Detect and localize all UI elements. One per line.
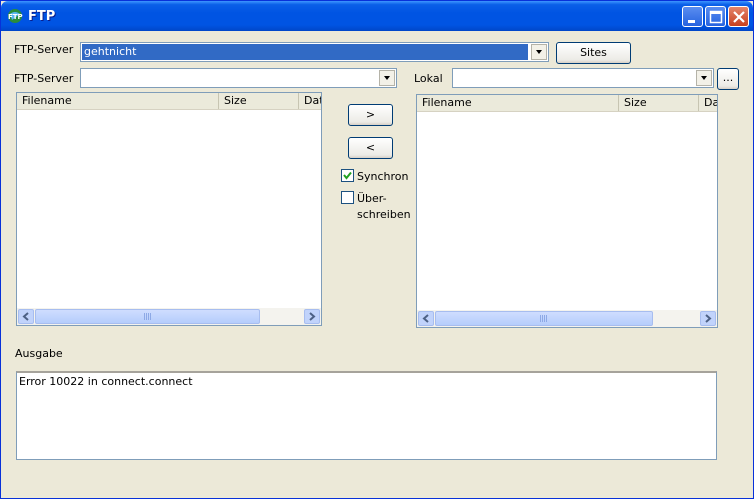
chevron-left-icon	[422, 314, 429, 323]
local-path-value	[454, 70, 458, 86]
title-bar[interactable]: FTP FTP	[1, 1, 753, 31]
download-button[interactable]: <	[348, 137, 393, 159]
column-size[interactable]: Size	[219, 93, 299, 109]
remote-file-list[interactable]: Filename Size Dat	[16, 92, 322, 326]
scroll-thumb[interactable]	[435, 311, 653, 326]
dropdown-button[interactable]	[379, 70, 395, 86]
chevron-down-icon	[536, 50, 542, 54]
maximize-button[interactable]	[705, 6, 726, 27]
overwrite-label-line2[interactable]: schreiben	[357, 208, 411, 221]
scroll-right-button[interactable]	[700, 311, 716, 326]
scroll-right-button[interactable]	[304, 309, 320, 324]
minimize-button[interactable]	[682, 6, 703, 27]
ftp-app-icon: FTP	[8, 9, 23, 23]
local-path-combo[interactable]	[452, 68, 714, 88]
ftp-server-path-value	[82, 70, 86, 86]
ftp-server-path-combo[interactable]	[80, 68, 397, 88]
grip-icon	[143, 313, 152, 320]
column-size[interactable]: Size	[619, 95, 699, 111]
local-horizontal-scrollbar[interactable]	[417, 310, 717, 327]
overwrite-checkbox[interactable]	[341, 191, 354, 204]
output-text: Error 10022 in connect.connect	[19, 375, 193, 388]
local-file-list[interactable]: Filename Size Da	[416, 94, 718, 328]
maximize-icon	[709, 10, 723, 24]
remote-horizontal-scrollbar[interactable]	[17, 308, 321, 325]
chevron-down-icon	[701, 76, 707, 80]
ftp-window: FTP FTP FTP-Server gehtnicht Sites FTP-S…	[0, 0, 754, 499]
chevron-right-icon	[309, 312, 316, 321]
dropdown-button[interactable]	[696, 70, 712, 86]
column-filename[interactable]: Filename	[17, 93, 219, 109]
synchron-label[interactable]: Synchron	[357, 170, 408, 183]
column-filename[interactable]: Filename	[417, 95, 619, 111]
column-date[interactable]: Dat	[299, 93, 321, 109]
synchron-checkbox[interactable]	[341, 169, 354, 182]
sites-button[interactable]: Sites	[556, 42, 631, 64]
dropdown-button[interactable]	[531, 44, 547, 60]
output-label: Ausgabe	[15, 347, 63, 360]
chevron-down-icon	[384, 76, 390, 80]
window-title: FTP	[28, 9, 56, 24]
upload-button[interactable]: >	[348, 104, 393, 126]
chevron-left-icon	[22, 312, 29, 321]
column-date[interactable]: Da	[699, 95, 717, 111]
overwrite-label-line1[interactable]: Über-	[357, 192, 387, 205]
close-icon	[733, 11, 745, 23]
close-button[interactable]	[728, 6, 749, 27]
scroll-left-button[interactable]	[418, 311, 434, 326]
ftp-server-path-label: FTP-Server	[14, 72, 74, 85]
minimize-icon	[688, 20, 695, 23]
checkmark-icon	[343, 171, 352, 180]
browse-button[interactable]: ...	[717, 68, 739, 90]
ftp-server-label: FTP-Server	[14, 43, 74, 56]
chevron-right-icon	[705, 314, 712, 323]
scroll-left-button[interactable]	[18, 309, 34, 324]
remote-list-header: Filename Size Dat	[17, 93, 321, 110]
svg-text:FTP: FTP	[8, 13, 23, 21]
grip-icon	[540, 315, 548, 322]
local-list-header: Filename Size Da	[417, 95, 717, 112]
output-textarea[interactable]: Error 10022 in connect.connect	[16, 371, 717, 460]
local-label: Lokal	[414, 72, 443, 85]
scroll-thumb[interactable]	[35, 309, 260, 324]
ftp-server-selected-value: gehtnicht	[82, 44, 528, 60]
ftp-server-combo[interactable]: gehtnicht	[80, 42, 549, 62]
